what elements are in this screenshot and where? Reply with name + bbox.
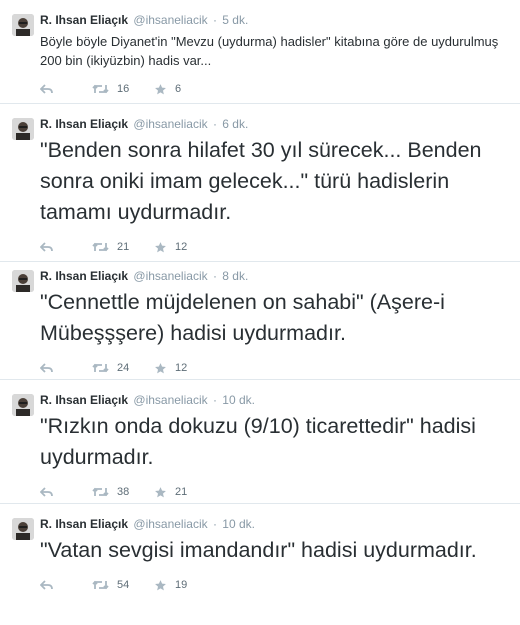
reply-button[interactable] (40, 362, 92, 374)
tweet-header: R. Ihsan Eliaçık @ihsaneliacik · 6 dk. (40, 116, 512, 132)
star-icon (155, 486, 166, 497)
avatar[interactable] (12, 394, 34, 416)
star-icon (155, 362, 166, 373)
separator: · (212, 393, 217, 407)
reply-icon (40, 241, 53, 252)
reply-icon (40, 83, 53, 94)
retweet-button[interactable]: 54 (92, 579, 154, 591)
favorite-button[interactable]: 21 (154, 486, 187, 499)
avatar[interactable] (12, 270, 34, 292)
reply-button[interactable] (40, 241, 92, 253)
star-icon (155, 83, 166, 94)
author-username[interactable]: @ihsaneliacik (133, 13, 207, 27)
tweet-actions: 24 12 (40, 359, 512, 377)
reply-button[interactable] (40, 486, 92, 498)
retweet-button[interactable]: 24 (92, 362, 154, 374)
tweet-header: R. Ihsan Eliaçık @ihsaneliacik · 5 dk. (40, 12, 512, 28)
favorite-button[interactable]: 19 (154, 579, 187, 592)
tweet-actions: 54 19 (40, 576, 512, 594)
star-icon (155, 579, 166, 590)
tweet-timestamp[interactable]: 10 dk. (222, 517, 255, 531)
tweet-actions: 21 12 (40, 238, 512, 256)
separator: · (212, 269, 217, 283)
author-name[interactable]: R. Ihsan Eliaçık (40, 269, 128, 283)
reply-button[interactable] (40, 579, 92, 591)
tweet-item[interactable]: R. Ihsan Eliaçık @ihsaneliacik · 8 dk. "… (0, 262, 520, 380)
tweet-timestamp[interactable]: 10 dk. (222, 393, 255, 407)
timeline: R. Ihsan Eliaçık @ihsaneliacik · 5 dk. B… (0, 0, 520, 625)
tweet-item[interactable]: R. Ihsan Eliaçık @ihsaneliacik · 10 dk. … (0, 380, 520, 504)
tweet-timestamp[interactable]: 6 dk. (222, 117, 248, 131)
favorite-button[interactable]: 12 (154, 241, 187, 254)
favorite-count: 12 (175, 362, 188, 374)
tweet-header: R. Ihsan Eliaçık @ihsaneliacik · 10 dk. (40, 392, 512, 408)
author-username[interactable]: @ihsaneliacik (133, 117, 207, 131)
tweet-header: R. Ihsan Eliaçık @ihsaneliacik · 8 dk. (40, 268, 512, 284)
reply-icon (40, 579, 53, 590)
avatar[interactable] (12, 518, 34, 540)
tweet-header: R. Ihsan Eliaçık @ihsaneliacik · 10 dk. (40, 516, 512, 532)
tweet-actions: 38 21 (40, 483, 512, 501)
reply-button[interactable] (40, 83, 92, 95)
separator: · (212, 117, 217, 131)
author-name[interactable]: R. Ihsan Eliaçık (40, 517, 128, 531)
author-username[interactable]: @ihsaneliacik (133, 517, 207, 531)
tweet-timestamp[interactable]: 5 dk. (222, 13, 248, 27)
tweet-text: "Vatan sevgisi imandandır" hadisi uydurm… (40, 538, 477, 562)
favorite-count: 6 (175, 83, 182, 95)
retweet-icon (92, 580, 109, 590)
favorite-button[interactable]: 12 (154, 362, 187, 375)
tweet-timestamp[interactable]: 8 dk. (222, 269, 248, 283)
tweet-item[interactable]: R. Ihsan Eliaçık @ihsaneliacik · 6 dk. "… (0, 104, 520, 262)
tweet-item[interactable]: R. Ihsan Eliaçık @ihsaneliacik · 10 dk. … (0, 504, 520, 625)
retweet-button[interactable]: 38 (92, 486, 154, 498)
author-name[interactable]: R. Ihsan Eliaçık (40, 13, 128, 27)
author-name[interactable]: R. Ihsan Eliaçık (40, 117, 128, 131)
retweet-button[interactable]: 16 (92, 83, 154, 95)
author-username[interactable]: @ihsaneliacik (133, 393, 207, 407)
retweet-icon (92, 242, 109, 252)
tweet-text: Böyle böyle Diyanet'in "Mevzu (uydurma) … (40, 34, 499, 68)
retweet-icon (92, 84, 109, 94)
favorite-button[interactable]: 6 (154, 83, 181, 96)
separator: · (212, 13, 217, 27)
retweet-button[interactable]: 21 (92, 241, 154, 253)
star-icon (155, 241, 166, 252)
favorite-count: 21 (175, 486, 188, 498)
retweet-count: 21 (117, 241, 130, 253)
retweet-count: 24 (117, 362, 130, 374)
tweet-text: "Rızkın onda dokuzu (9/10) ticarettedir"… (40, 414, 476, 469)
retweet-icon (92, 363, 109, 373)
retweet-count: 38 (117, 486, 130, 498)
retweet-icon (92, 487, 109, 497)
avatar[interactable] (12, 118, 34, 140)
tweet-text: "Benden sonra hilafet 30 yıl sürecek... … (40, 138, 482, 224)
retweet-count: 54 (117, 579, 130, 591)
favorite-count: 19 (175, 579, 188, 591)
retweet-count: 16 (117, 83, 130, 95)
tweet-item[interactable]: R. Ihsan Eliaçık @ihsaneliacik · 5 dk. B… (0, 0, 520, 104)
tweet-actions: 16 6 (40, 80, 512, 98)
reply-icon (40, 486, 53, 497)
author-name[interactable]: R. Ihsan Eliaçık (40, 393, 128, 407)
tweet-text: "Cennettle müjdelenen on sahabi" (Aşere-… (40, 290, 445, 345)
author-username[interactable]: @ihsaneliacik (133, 269, 207, 283)
avatar[interactable] (12, 14, 34, 36)
separator: · (212, 517, 217, 531)
reply-icon (40, 362, 53, 373)
favorite-count: 12 (175, 241, 188, 253)
